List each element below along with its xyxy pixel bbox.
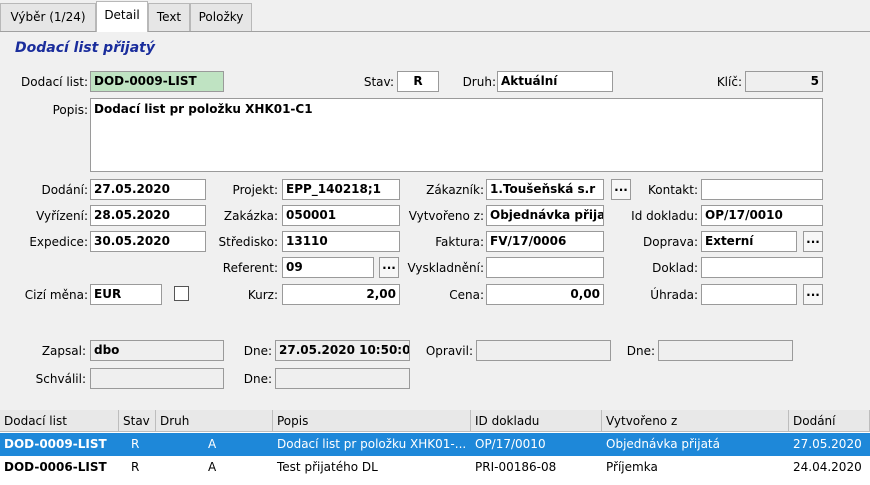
referent-browse-button[interactable]: ... bbox=[379, 257, 399, 278]
zakaznik-label: Zákazník: bbox=[426, 183, 484, 197]
cena-label: Cena: bbox=[449, 288, 484, 302]
id-dokladu-field[interactable]: OP/17/0010 bbox=[701, 205, 823, 226]
expedice-field[interactable]: 30.05.2020 bbox=[90, 231, 206, 252]
druh-field[interactable]: Aktuální bbox=[497, 71, 613, 92]
vyrizeni-label: Vyřízení: bbox=[36, 209, 88, 223]
doprava-field[interactable]: Externí bbox=[701, 231, 797, 252]
kontakt-field[interactable] bbox=[701, 179, 823, 200]
table-cell: Příjemka bbox=[606, 460, 658, 474]
faktura-field[interactable]: FV/17/0006 bbox=[486, 231, 604, 252]
doklad-label: Doklad: bbox=[652, 261, 698, 275]
doprava-browse-button[interactable]: ... bbox=[803, 231, 823, 252]
opravil-dne-field bbox=[658, 340, 793, 361]
tab-bar: Výběr (1/24) Detail Text Položky bbox=[0, 0, 870, 33]
column-header-stav[interactable]: Stav bbox=[119, 410, 156, 432]
stav-label: Stav: bbox=[363, 75, 394, 89]
uhrada-label: Úhrada: bbox=[650, 288, 698, 302]
table-row[interactable]: DOD-0006-LIST R A Test přijatého DL PRI-… bbox=[0, 456, 870, 479]
vyrizeni-field[interactable]: 28.05.2020 bbox=[90, 205, 206, 226]
cizi-mena-label: Cizí měna: bbox=[24, 288, 88, 302]
opravil-field bbox=[476, 340, 611, 361]
table-cell: Objednávka přijatá bbox=[606, 437, 720, 451]
records-grid: Dodací list Stav Druh Popis ID dokladu V… bbox=[0, 410, 870, 485]
projekt-label: Projekt: bbox=[232, 183, 278, 197]
dodani-label: Dodání: bbox=[41, 183, 88, 197]
table-cell: R bbox=[131, 460, 140, 474]
vyskladneni-field[interactable] bbox=[486, 257, 604, 278]
klic-label: Klíč: bbox=[716, 75, 742, 89]
vytvoreno-z-field[interactable]: Objednávka přija bbox=[486, 205, 604, 226]
column-header-id-dokladu[interactable]: ID dokladu bbox=[471, 410, 602, 432]
dodaci-list-label: Dodací list: bbox=[21, 75, 88, 89]
dodani-field[interactable]: 27.05.2020 bbox=[90, 179, 206, 200]
column-header-popis[interactable]: Popis bbox=[273, 410, 471, 432]
table-cell: Test přijatého DL bbox=[277, 460, 378, 474]
schvalil-dne-field bbox=[275, 368, 410, 389]
table-row[interactable]: DOD-0009-LIST R A Dodací list pr položku… bbox=[0, 433, 870, 456]
table-cell: PRI-00186-08 bbox=[475, 460, 557, 474]
table-cell: R bbox=[131, 437, 140, 451]
faktura-label: Faktura: bbox=[435, 235, 484, 249]
zapsal-label: Zapsal: bbox=[41, 344, 86, 358]
uhrada-browse-button[interactable]: ... bbox=[803, 284, 823, 305]
table-cell: A bbox=[208, 437, 217, 451]
kurz-field[interactable]: 2,00 bbox=[282, 284, 400, 305]
cena-field[interactable]: 0,00 bbox=[486, 284, 604, 305]
zapsal-dne-label: Dne: bbox=[243, 344, 272, 358]
table-cell: OP/17/0010 bbox=[475, 437, 546, 451]
expedice-label: Expedice: bbox=[29, 235, 88, 249]
column-header-vytvoreno-z[interactable]: Vytvořeno z bbox=[602, 410, 789, 432]
stredisko-field[interactable]: 13110 bbox=[282, 231, 400, 252]
form-title: Dodací list přijatý bbox=[15, 40, 155, 56]
vyskladneni-label: Vyskladnění: bbox=[407, 261, 484, 275]
opravil-dne-label: Dne: bbox=[626, 344, 655, 358]
schvalil-field bbox=[90, 368, 224, 389]
druh-label: Druh: bbox=[462, 75, 496, 89]
cizi-mena-checkbox[interactable] bbox=[174, 286, 189, 301]
column-header-dodaci-list[interactable]: Dodací list bbox=[0, 410, 119, 432]
stav-field[interactable]: R bbox=[397, 71, 439, 92]
kontakt-label: Kontakt: bbox=[648, 183, 698, 197]
id-dokladu-label: Id dokladu: bbox=[631, 209, 698, 223]
tab-polozky[interactable]: Položky bbox=[190, 3, 252, 31]
zakazka-field[interactable]: 050001 bbox=[282, 205, 400, 226]
doprava-label: Doprava: bbox=[643, 235, 698, 249]
table-cell: DOD-0009-LIST bbox=[4, 437, 107, 451]
stredisko-label: Středisko: bbox=[218, 235, 278, 249]
vytvoreno-z-label: Vytvořeno z: bbox=[408, 209, 484, 223]
klic-field: 5 bbox=[745, 71, 823, 92]
dodaci-list-field[interactable]: DOD-0009-LIST bbox=[90, 71, 224, 92]
doklad-field[interactable] bbox=[701, 257, 823, 278]
schvalil-label: Schválil: bbox=[35, 372, 86, 386]
tab-text[interactable]: Text bbox=[148, 3, 190, 31]
cizi-mena-field[interactable]: EUR bbox=[90, 284, 162, 305]
table-cell: Dodací list pr položku XHK01-... bbox=[277, 437, 467, 451]
table-cell: 27.05.2020 bbox=[793, 437, 862, 451]
zapsal-field: dbo bbox=[90, 340, 224, 361]
zakazka-label: Zakázka: bbox=[223, 209, 278, 223]
referent-field[interactable]: 09 bbox=[282, 257, 374, 278]
tab-vyber[interactable]: Výběr (1/24) bbox=[0, 3, 96, 31]
kurz-label: Kurz: bbox=[247, 288, 278, 302]
opravil-label: Opravil: bbox=[425, 344, 473, 358]
table-cell: 24.04.2020 bbox=[793, 460, 862, 474]
zakaznik-field[interactable]: 1.Toušeňská s.r bbox=[486, 179, 604, 200]
projekt-field[interactable]: EPP_140218;1 bbox=[282, 179, 400, 200]
uhrada-field[interactable] bbox=[701, 284, 797, 305]
tab-detail[interactable]: Detail bbox=[96, 1, 148, 33]
referent-label: Referent: bbox=[222, 261, 278, 275]
zapsal-dne-field: 27.05.2020 10:50:00 bbox=[275, 340, 410, 361]
column-header-dodani[interactable]: Dodání bbox=[789, 410, 870, 432]
column-header-druh[interactable]: Druh bbox=[156, 410, 273, 432]
table-cell: DOD-0006-LIST bbox=[4, 460, 107, 474]
popis-textarea[interactable]: Dodací list pr položku XHK01-C1 bbox=[90, 98, 823, 172]
schvalil-dne-label: Dne: bbox=[243, 372, 272, 386]
table-cell: A bbox=[208, 460, 217, 474]
popis-label: Popis: bbox=[52, 103, 88, 117]
